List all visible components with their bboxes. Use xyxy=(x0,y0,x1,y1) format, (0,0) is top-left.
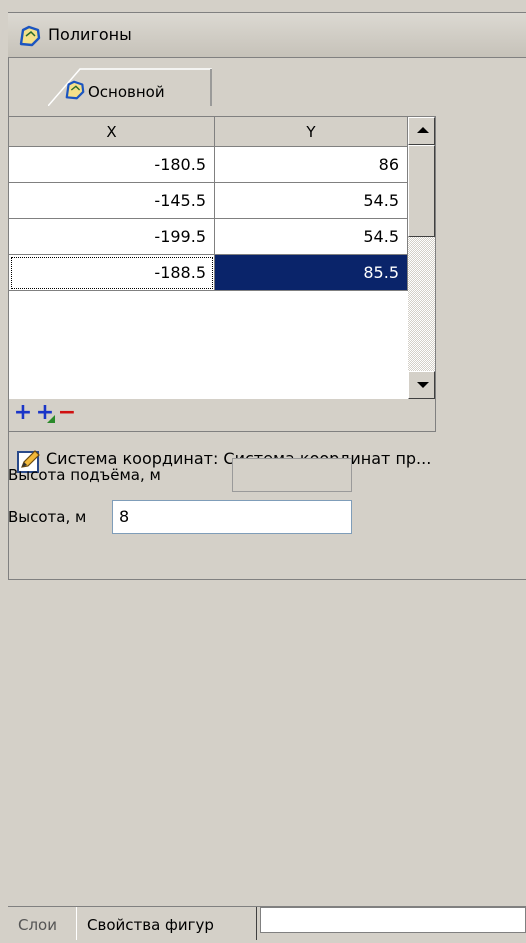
scroll-down-button[interactable] xyxy=(408,371,435,399)
polygon-icon xyxy=(19,25,41,47)
height-input[interactable]: 8 xyxy=(112,500,352,534)
table-row[interactable]: -180.5 86 xyxy=(9,147,408,183)
cell-x[interactable]: -180.5 xyxy=(9,147,215,183)
panel-header: Полигоны xyxy=(8,12,526,58)
cell-y-selected[interactable]: 85.5 xyxy=(215,255,408,291)
polygon-icon xyxy=(65,80,85,100)
column-header-y[interactable]: Y xyxy=(215,117,408,147)
lift-height-field xyxy=(232,458,352,492)
insert-marker-icon xyxy=(47,415,55,423)
panel-title: Полигоны xyxy=(48,25,132,44)
cell-x[interactable]: -188.5 xyxy=(9,255,215,291)
arrow-up-icon xyxy=(417,127,429,133)
table-row[interactable]: -145.5 54.5 xyxy=(9,183,408,219)
insert-row-button[interactable]: + xyxy=(35,402,55,425)
lift-height-label: Высота подъёма, м xyxy=(8,466,161,484)
scroll-thumb[interactable] xyxy=(408,145,435,237)
scroll-up-button[interactable] xyxy=(408,117,435,145)
tab-main[interactable]: Основной xyxy=(48,68,213,106)
remove-row-button[interactable]: − xyxy=(57,402,77,425)
tab-layers[interactable]: Слои xyxy=(18,907,57,940)
arrow-down-icon xyxy=(417,382,429,388)
height-label: Высота, м xyxy=(8,508,87,526)
cell-y[interactable]: 54.5 xyxy=(215,219,408,255)
coordinates-grid: X Y -180.5 86 -145.5 54.5 -199.5 54.5 -1… xyxy=(8,116,436,432)
cell-y[interactable]: 54.5 xyxy=(215,183,408,219)
cell-x[interactable]: -199.5 xyxy=(9,219,215,255)
vertical-scrollbar[interactable] xyxy=(408,117,435,399)
grid-toolbar: + + − xyxy=(9,399,435,431)
add-row-button[interactable]: + xyxy=(13,402,33,425)
cell-y[interactable]: 86 xyxy=(215,147,408,183)
scroll-track[interactable] xyxy=(408,145,435,371)
table-row[interactable]: -199.5 54.5 xyxy=(9,219,408,255)
table-row-selected[interactable]: -188.5 85.5 xyxy=(9,255,408,291)
tab-bar-blank xyxy=(260,907,526,933)
tab-label: Основной xyxy=(88,83,165,101)
tab-shape-properties[interactable]: Свойства фигур xyxy=(76,907,257,940)
bottom-tab-bar: Слои Свойства фигур xyxy=(8,906,526,940)
column-header-x[interactable]: X xyxy=(9,117,215,147)
cell-x[interactable]: -145.5 xyxy=(9,183,215,219)
